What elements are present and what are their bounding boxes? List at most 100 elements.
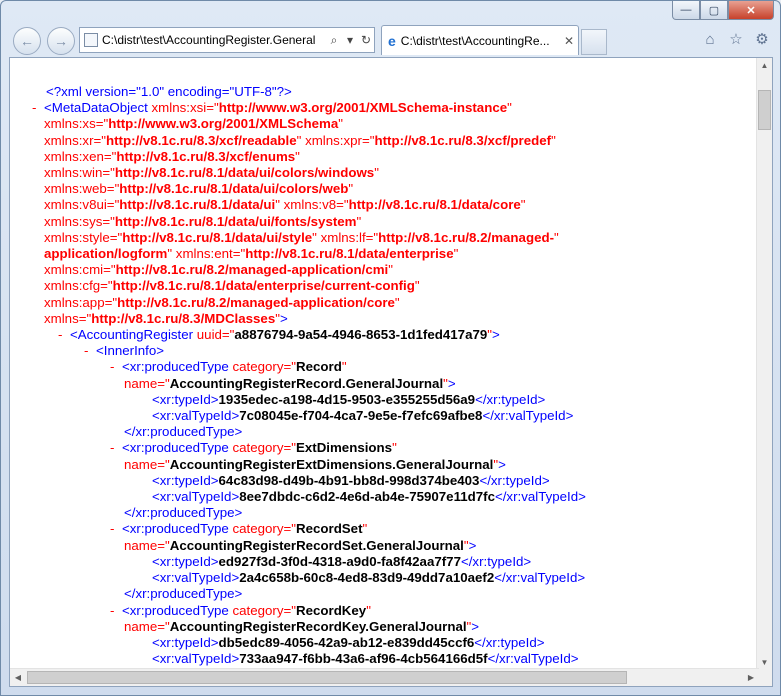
vertical-scrollbar[interactable]: ▲ ▼: [756, 58, 772, 671]
xml-attr-name: name=": [124, 456, 170, 472]
xml-line: - <InnerInfo>: [10, 343, 759, 359]
xml-declaration: <?xml version="1.0" encoding="UTF-8"?>: [46, 84, 292, 99]
address-bar[interactable]: C:\distr\test\AccountingRegister.General…: [79, 27, 375, 53]
xml-attr-name: xmlns:xr=": [44, 132, 106, 148]
xml-text: 1935edec-a198-4d15-9503-e355255d56a9: [218, 391, 476, 407]
xml-attr-quote: ": [388, 262, 393, 278]
tab-title: C:\distr\test\AccountingRe...: [400, 33, 550, 48]
xml-line: xmlns:xs="http://www.w3.org/2001/XMLSche…: [10, 116, 759, 132]
xml-tag: </xr:typeId>: [475, 391, 546, 407]
scroll-up-icon[interactable]: ▲: [757, 58, 772, 74]
xml-tag: <xr:producedType: [122, 359, 229, 375]
new-tab-button[interactable]: [581, 29, 607, 55]
xml-line: - <xr:producedType category="Record": [10, 359, 759, 375]
xml-tag: <xr:typeId>: [152, 472, 219, 488]
search-icon[interactable]: ⌕: [326, 33, 342, 48]
xml-tag: <MetaDataObject: [44, 100, 148, 116]
xml-tag: >: [279, 310, 288, 326]
xml-attr-value: http://v8.1c.ru/8.1/data/ui/colors/windo…: [114, 165, 375, 181]
xml-attr-quote: ": [341, 359, 347, 375]
xml-text: 2a4c658b-60c8-4ed8-83d9-49dd7a10aef2: [239, 570, 495, 586]
xml-attr-quote: ": [453, 246, 459, 262]
xml-attr-value: http://v8.1c.ru/8.2/managed-: [378, 229, 555, 245]
xml-tag: <xr:valTypeId>: [152, 408, 240, 424]
xml-attr-value: RecordSet: [296, 521, 363, 537]
xml-line: application/logform " xmlns:ent="http://v…: [10, 246, 759, 262]
forward-button[interactable]: →: [47, 27, 75, 55]
collapse-toggle[interactable]: -: [110, 521, 122, 537]
xml-line: xmlns:win="http://v8.1c.ru/8.1/data/ui/c…: [10, 165, 759, 181]
xml-line: - <xr:producedType category="RecordSet": [10, 521, 759, 537]
xml-tag: </xr:valTypeId>: [487, 651, 579, 667]
vertical-scroll-thumb[interactable]: [758, 90, 771, 130]
collapse-toggle[interactable]: -: [110, 440, 122, 456]
xml-text: 8ee7dbdc-c6d2-4e6d-ab4e-75907e11d7fc: [239, 489, 495, 505]
collapse-toggle[interactable]: -: [32, 100, 44, 116]
browser-window: — ▢ ✕ ← → C:\distr\test\AccountingRegist…: [0, 0, 781, 696]
xml-line: <?xml version="1.0" encoding="UTF-8"?>: [10, 84, 759, 100]
xml-tag: </xr:producedType>: [124, 586, 243, 602]
tools-icon[interactable]: ⚙: [752, 29, 772, 49]
xml-attr-quote: ": [348, 181, 354, 197]
xml-tag: </xr:typeId>: [460, 553, 532, 569]
xml-tag: >: [468, 537, 477, 553]
tab-current[interactable]: e C:\distr\test\AccountingRe... ✕: [381, 25, 579, 55]
xml-attr-name: xmlns:v8=": [279, 197, 349, 213]
xml-attr-name: xmlns:cfg=": [44, 278, 113, 294]
collapse-toggle[interactable]: -: [110, 603, 122, 619]
chevron-down-icon[interactable]: ▾: [342, 33, 358, 47]
xml-tag: >: [491, 327, 500, 343]
xml-attr-name: name=": [124, 537, 170, 553]
xml-attr-value: RecordKey: [296, 602, 367, 618]
xml-tag: <xr:producedType: [122, 521, 229, 537]
xml-tag: </xr:valTypeId>: [494, 570, 586, 586]
xml-attr-name: xmlns:xsi=": [147, 100, 219, 116]
xml-attr-name: xmlns:style=": [44, 229, 123, 245]
browser-toolbar: ⌂ ☆ ⚙: [700, 29, 772, 49]
xml-tag: </xr:producedType>: [124, 505, 243, 521]
back-button[interactable]: ←: [13, 27, 41, 55]
xml-line: <xr:valTypeId>2a4c658b-60c8-4ed8-83d9-49…: [10, 570, 759, 586]
xml-attr-quote: ": [374, 165, 379, 181]
address-url[interactable]: C:\distr\test\AccountingRegister.General: [102, 33, 326, 47]
xml-attr-name: xmlns:web=": [44, 181, 120, 197]
maximize-button[interactable]: ▢: [700, 1, 728, 20]
caption-buttons: — ▢ ✕: [672, 1, 774, 20]
xml-line: <xr:valTypeId>8ee7dbdc-c6d2-4e6d-ab4e-75…: [10, 489, 759, 505]
home-icon[interactable]: ⌂: [700, 29, 720, 49]
favorites-icon[interactable]: ☆: [726, 29, 746, 49]
scroll-left-icon[interactable]: ◀: [10, 669, 26, 686]
xml-text: 64c83d98-d49b-4b91-bb8d-998d374be403: [218, 472, 480, 488]
horizontal-scroll-thumb[interactable]: [27, 671, 627, 684]
minimize-button[interactable]: —: [672, 1, 700, 20]
collapse-toggle[interactable]: -: [84, 343, 96, 359]
xml-attr-value: http://v8.1c.ru/8.2/managed-application/…: [115, 262, 389, 278]
xml-line: xmlns:v8ui="http://v8.1c.ru/8.1/data/ui "…: [10, 197, 759, 213]
xml-attr-quote: ": [356, 213, 362, 229]
xml-text: db5edc89-4056-42a9-ab12-e839dd45ccf6: [218, 634, 475, 650]
horizontal-scrollbar[interactable]: ◀ ▶: [10, 668, 759, 686]
xml-attr-name: xmlns=": [44, 310, 92, 326]
close-button[interactable]: ✕: [728, 1, 774, 20]
xml-tag: </xr:valTypeId>: [494, 489, 586, 505]
xml-attr-value: http://v8.1c.ru/8.3/MDClasses: [91, 310, 276, 326]
xml-line: name="AccountingRegisterRecordKey.Genera…: [10, 619, 759, 635]
xml-attr-name: xmlns:ent=": [172, 246, 246, 262]
xml-tag: <xr:valTypeId>: [152, 489, 240, 505]
collapse-toggle[interactable]: -: [110, 359, 122, 375]
xml-attr-quote: ": [338, 116, 343, 132]
xml-text: 733aa947-f6bb-43a6-af96-4cb564166d5f: [239, 651, 488, 667]
scroll-corner: [757, 669, 772, 686]
xml-attr-quote: ": [394, 294, 400, 310]
xml-tag: <InnerInfo>: [96, 343, 165, 359]
xml-attr-quote: ": [392, 440, 397, 456]
xml-attr-value: ExtDimensions: [296, 440, 393, 456]
collapse-toggle[interactable]: -: [58, 327, 70, 343]
xml-attr-name: xmlns:win=": [44, 165, 115, 181]
xml-line: - <MetaDataObject xmlns:xsi="http://www.w…: [10, 100, 759, 116]
xml-tag: </xr:typeId>: [479, 472, 550, 488]
refresh-icon[interactable]: ↻: [358, 33, 374, 47]
xml-attr-value: http://v8.1c.ru/8.1/data/ui: [119, 197, 276, 213]
xml-tag: <xr:producedType: [122, 602, 229, 618]
tab-close-icon[interactable]: ✕: [560, 34, 578, 48]
